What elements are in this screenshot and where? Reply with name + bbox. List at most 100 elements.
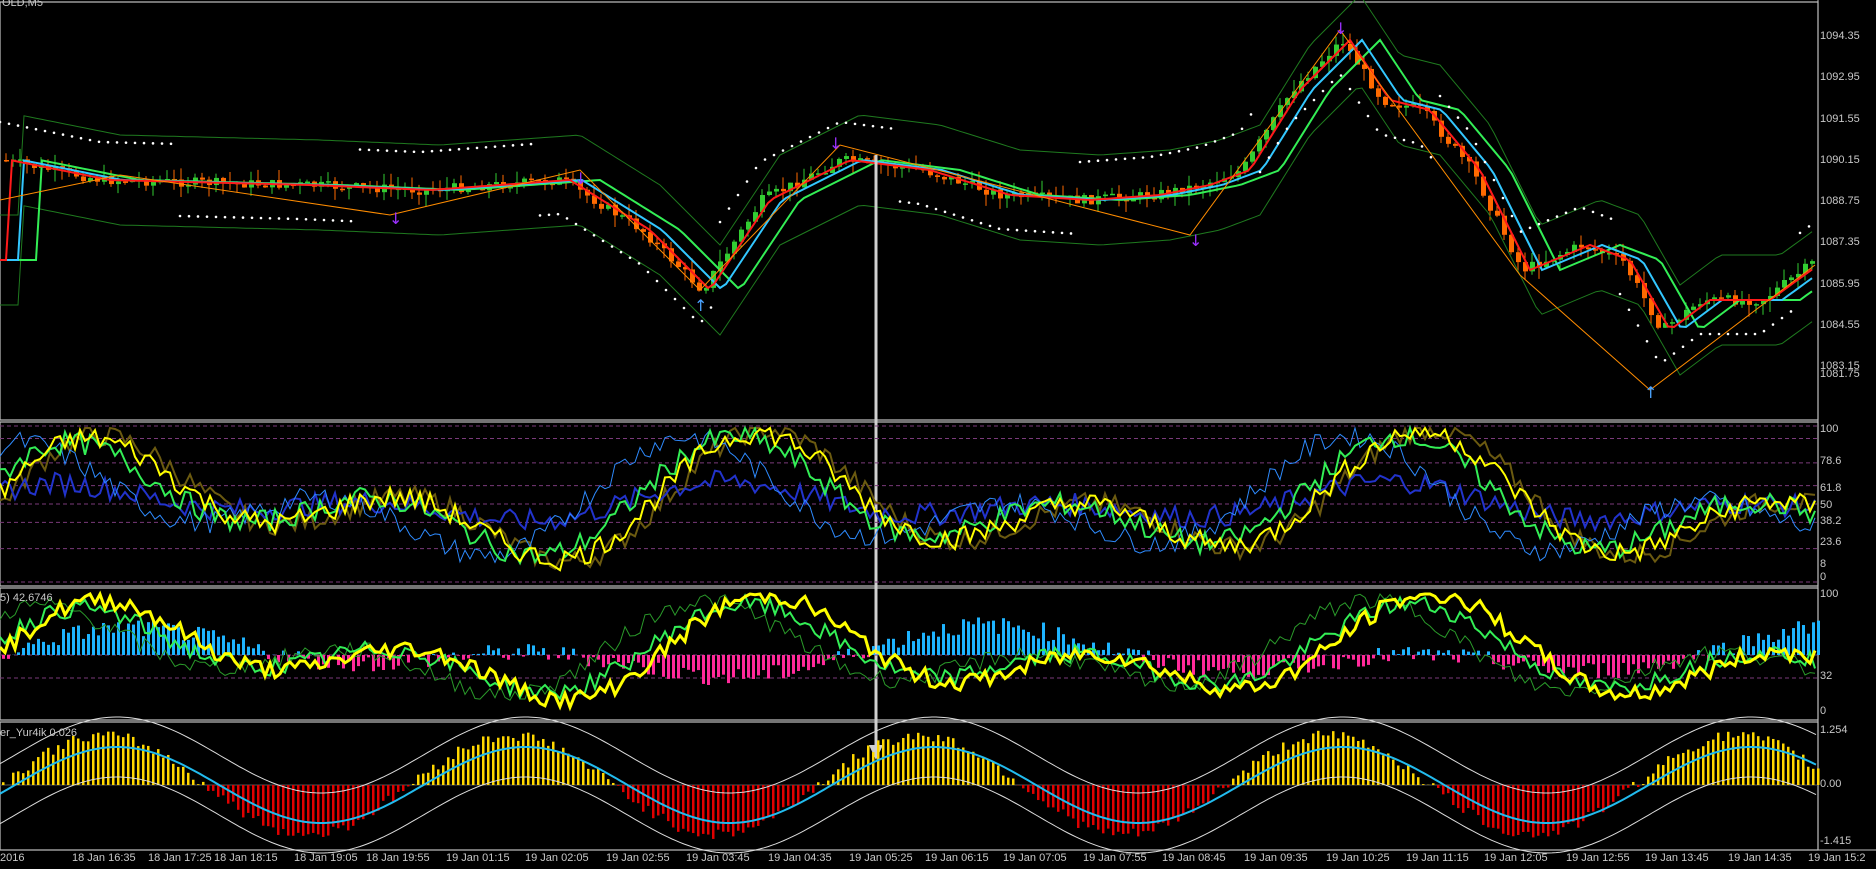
rsi-histogram-bar: [507, 655, 510, 660]
rsi-histogram-bar: [1272, 655, 1275, 667]
oscillator-histogram-bar: [662, 785, 665, 814]
oscillator-histogram-bar: [1092, 785, 1095, 826]
rsi-histogram-bar: [1747, 636, 1750, 655]
oscillator-histogram-bar: [707, 785, 710, 835]
oscillator-histogram-bar: [1202, 785, 1205, 804]
oscillator-histogram-bar: [1112, 785, 1115, 836]
chart-title: OLD,M5: [2, 0, 43, 9]
candle-body: [984, 189, 989, 195]
sar-dot: [1222, 136, 1226, 140]
rsi-histogram-bar: [1587, 655, 1590, 664]
oscillator-histogram-bar: [422, 773, 425, 785]
sar-dot: [322, 218, 326, 222]
sar-dot: [223, 215, 227, 219]
oscillator-histogram-bar: [1292, 744, 1295, 785]
oscillator-histogram-bar: [782, 785, 785, 808]
oscillator-histogram-bar: [1392, 759, 1395, 785]
rsi-histogram-bar: [112, 632, 115, 655]
rsi-histogram-bar: [502, 655, 505, 658]
oscillator-histogram-bar: [1147, 785, 1150, 831]
level-tick: 8: [1820, 558, 1827, 570]
sar-dot: [448, 148, 452, 152]
rsi-histogram-bar: [1477, 650, 1480, 655]
rsi-histogram-bar: [1257, 655, 1260, 675]
rsi-histogram-bar: [737, 655, 740, 670]
rsi-histogram-bar: [687, 655, 690, 670]
sar-dot: [178, 214, 182, 218]
oscillator-histogram-bar: [1717, 732, 1720, 785]
rsi-histogram-bar: [1422, 649, 1425, 655]
oscillator-histogram-bar: [702, 785, 705, 834]
sar-dot: [1231, 133, 1235, 136]
rsi-histogram-bar: [482, 653, 485, 655]
price-tick: 1084.55: [1820, 319, 1860, 331]
oscillator-histogram-bar: [987, 759, 990, 785]
candle-body: [1390, 104, 1395, 107]
oscillator-histogram-bar: [817, 782, 820, 785]
oscillator-histogram-bar: [1217, 785, 1220, 788]
oscillator-histogram-bar: [1797, 759, 1800, 785]
oscillator-histogram-bar: [1117, 785, 1120, 832]
oscillator-histogram-bar: [1657, 764, 1660, 785]
oscillator-histogram-bar: [1082, 785, 1085, 822]
sar-dot: [853, 122, 857, 126]
sar-dot: [160, 142, 164, 145]
oscillator-histogram-bar: [282, 785, 285, 830]
trading-chart[interactable]: ↑ ↓ ↑ ↓ ↓ ↓ ↓: [0, 0, 1876, 869]
oscillator-histogram-bar: [1107, 785, 1110, 829]
sar-dot: [1033, 229, 1037, 233]
rsi-histogram-bar: [57, 645, 60, 655]
oscillator-histogram-bar: [257, 785, 260, 817]
sar-dot: [1537, 222, 1541, 226]
rsi-histogram-bar: [17, 652, 20, 655]
rsi-histogram-bar: [767, 655, 770, 679]
rsi-histogram-bar: [927, 635, 930, 655]
rsi-histogram-bar: [1467, 651, 1470, 655]
sar-dot: [583, 228, 587, 231]
rsi-histogram-bar: [637, 655, 640, 663]
rsi-histogram-bar: [1802, 625, 1805, 655]
rsi-histogram-bar: [817, 655, 820, 664]
oscillator-histogram-bar: [387, 785, 390, 796]
oscillator-histogram-bar: [492, 742, 495, 785]
sar-dot: [826, 126, 830, 130]
rsi-histogram-bar: [1067, 644, 1070, 655]
rsi-histogram-bar: [1712, 645, 1715, 655]
sar-dot: [1483, 160, 1487, 164]
sar-dot: [250, 216, 254, 220]
rsi-histogram-bar: [62, 629, 65, 655]
rsi-histogram-bar: [972, 624, 975, 655]
sar-dot: [727, 207, 731, 210]
oscillator-histogram-bar: [1592, 785, 1595, 812]
sar-dot: [376, 148, 380, 152]
oscillator-histogram-bar: [1622, 785, 1625, 790]
sar-dot: [1069, 232, 1073, 235]
sar-dot: [466, 147, 470, 150]
oscillator-histogram-bar: [1587, 785, 1590, 813]
sar-dot: [1789, 310, 1793, 313]
oscillator-histogram-bar: [197, 784, 200, 785]
sar-dot: [142, 141, 146, 145]
oscillator-histogram-bar: [1277, 754, 1280, 785]
rsi-histogram-bar: [7, 655, 10, 659]
rsi-histogram-bar: [1442, 652, 1445, 655]
oscillator-histogram-bar: [1287, 749, 1290, 785]
rsi-histogram-bar: [1472, 652, 1475, 655]
price-axis[interactable]: 1094.35 1092.95 1091.55 1090.15 1088.75 …: [1820, 0, 1876, 420]
sar-dot: [1060, 231, 1064, 235]
rsi-histogram-bar: [727, 655, 730, 684]
oscillator-histogram-bar: [122, 737, 125, 785]
oscillator-histogram-bar: [1317, 730, 1320, 785]
rsi-histogram-bar: [447, 655, 450, 658]
sar-dot: [700, 319, 704, 323]
level-tick: 0.00: [1820, 778, 1842, 790]
oscillator-histogram-bar: [622, 785, 625, 793]
rsi-histogram-bar: [847, 648, 850, 655]
sar-dot: [1258, 170, 1262, 174]
rsi-histogram-bar: [362, 655, 365, 662]
sar-dot: [637, 262, 641, 265]
sar-dot: [817, 131, 821, 134]
sar-dot: [664, 288, 668, 292]
sar-dot: [1564, 211, 1568, 215]
oscillator-histogram-bar: [882, 739, 885, 785]
